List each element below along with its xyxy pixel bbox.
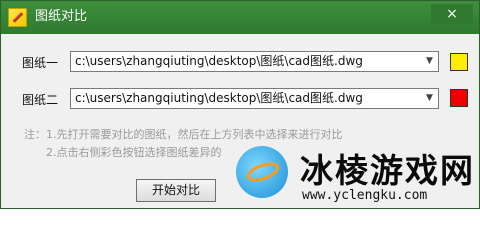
app-logo-icon <box>8 8 27 27</box>
watermark-url: www.yclengku.com <box>302 188 428 203</box>
drawing-two-path: c:\users\zhangqiuting\desktop\图纸\cad图纸.d… <box>75 91 363 105</box>
note-line-2: 2.点击右侧彩色按钮选择图纸差异的 <box>46 146 222 159</box>
drawing-one-color-button[interactable] <box>450 53 468 71</box>
watermark: 冰棱游戏网 www.yclengku.com <box>230 138 479 208</box>
drawing-two-label: 图纸二 <box>22 93 59 107</box>
chevron-down-icon[interactable]: ▼ <box>421 89 438 108</box>
compare-drawings-dialog: 图纸对比 × 图纸一 c:\users\zhangqiuting\desktop… <box>0 0 480 209</box>
watermark-title: 冰棱游戏网 <box>300 151 475 190</box>
start-compare-button[interactable]: 开始对比 <box>136 179 216 202</box>
chevron-down-icon[interactable]: ▼ <box>421 52 438 71</box>
drawing-two-color-button[interactable] <box>450 89 468 107</box>
drawing-one-label: 图纸一 <box>22 56 59 70</box>
drawing-two-select[interactable]: c:\users\zhangqiuting\desktop\图纸\cad图纸.d… <box>70 88 439 109</box>
drawing-one-path: c:\users\zhangqiuting\desktop\图纸\cad图纸.d… <box>75 54 363 68</box>
watermark-logo-icon <box>236 146 288 198</box>
window-title: 图纸对比 <box>35 9 88 24</box>
drawing-one-select[interactable]: c:\users\zhangqiuting\desktop\图纸\cad图纸.d… <box>70 51 439 72</box>
title-bar[interactable]: 图纸对比 × <box>1 1 479 34</box>
close-button[interactable]: × <box>431 4 473 24</box>
